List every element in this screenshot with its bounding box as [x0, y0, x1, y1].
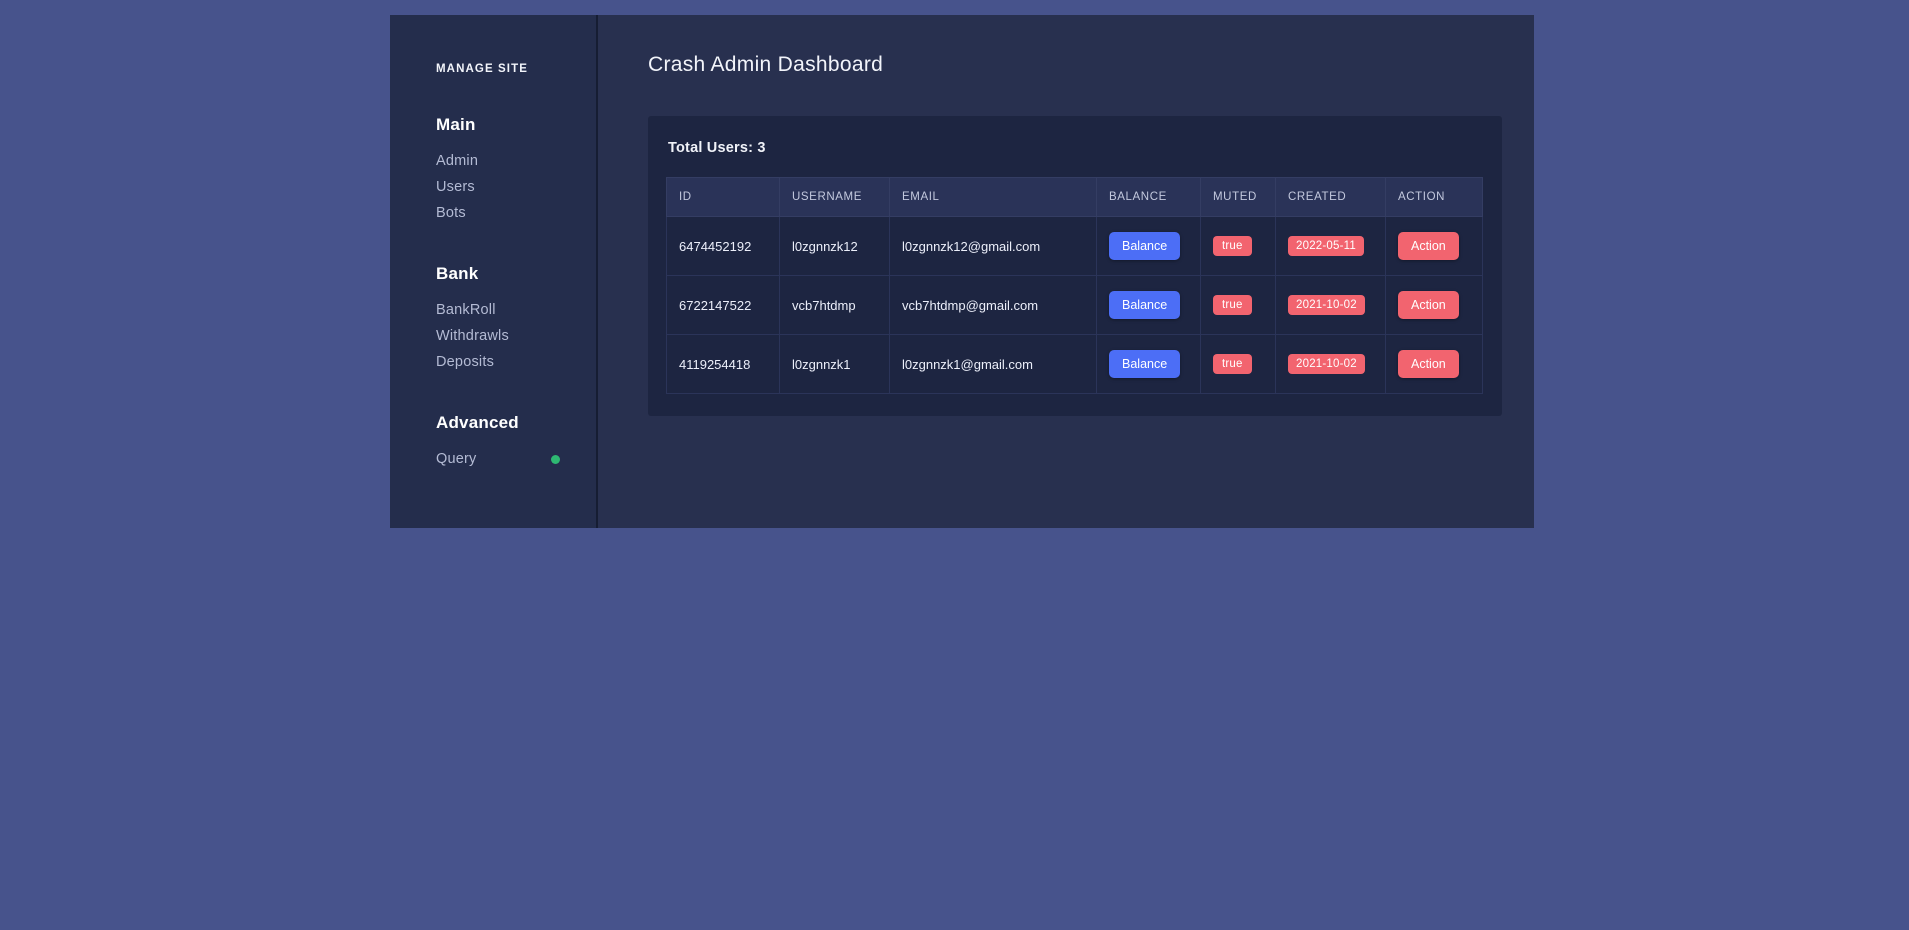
cell-email: l0zgnnzk12@gmail.com	[890, 217, 1097, 276]
column-header-created: CREATED	[1276, 178, 1386, 217]
table-row: 4119254418l0zgnnzk1l0zgnnzk1@gmail.com Ba…	[667, 335, 1483, 394]
action-button[interactable]: Action	[1398, 232, 1459, 260]
cell-action: Action	[1386, 335, 1483, 394]
balance-button[interactable]: Balance	[1109, 291, 1180, 319]
page-title: Crash Admin Dashboard	[648, 53, 1502, 77]
status-dot-icon	[551, 455, 560, 464]
created-badge: 2021-10-02	[1288, 354, 1365, 374]
sidebar-heading-main: Main	[436, 115, 596, 135]
sidebar-item-label: Deposits	[436, 354, 494, 370]
users-card: Total Users: 3 IDUSERNAMEEMAILBALANCEMUT…	[648, 116, 1502, 416]
main-content: Crash Admin Dashboard Total Users: 3 IDU…	[598, 15, 1534, 528]
cell-created: 2021-10-02	[1276, 335, 1386, 394]
cell-action: Action	[1386, 217, 1483, 276]
sidebar-item-deposits[interactable]: Deposits	[436, 349, 560, 375]
sidebar-item-admin[interactable]: Admin	[436, 148, 560, 174]
sidebar-item-label: Users	[436, 179, 475, 195]
sidebar-item-query[interactable]: Query	[436, 446, 560, 472]
sidebar-heading-bank: Bank	[436, 264, 596, 284]
action-button[interactable]: Action	[1398, 291, 1459, 319]
sidebar-item-label: Bots	[436, 205, 466, 221]
sidebar-item-withdrawls[interactable]: Withdrawls	[436, 323, 560, 349]
muted-badge: true	[1213, 236, 1252, 256]
column-header-username: USERNAME	[780, 178, 890, 217]
created-badge: 2021-10-02	[1288, 295, 1365, 315]
sidebar-group-bank: Bank BankRoll Withdrawls Deposits	[390, 264, 596, 375]
cell-username: vcb7htdmp	[780, 276, 890, 335]
table-header-row: IDUSERNAMEEMAILBALANCEMUTEDCREATEDACTION	[667, 178, 1483, 217]
cell-balance: Balance	[1097, 217, 1201, 276]
sidebar-brand: MANAGE SITE	[436, 63, 596, 75]
column-header-muted: MUTED	[1201, 178, 1276, 217]
sidebar-group-advanced: Advanced Query	[390, 413, 596, 472]
muted-badge: true	[1213, 354, 1252, 374]
cell-action: Action	[1386, 276, 1483, 335]
cell-created: 2022-05-11	[1276, 217, 1386, 276]
sidebar-group-main: Main Admin Users Bots	[390, 115, 596, 226]
cell-muted: true	[1201, 217, 1276, 276]
column-header-balance: BALANCE	[1097, 178, 1201, 217]
column-header-email: EMAIL	[890, 178, 1097, 217]
sidebar-item-bankroll[interactable]: BankRoll	[436, 297, 560, 323]
action-button[interactable]: Action	[1398, 350, 1459, 378]
users-table-head: IDUSERNAMEEMAILBALANCEMUTEDCREATEDACTION	[667, 178, 1483, 217]
balance-button[interactable]: Balance	[1109, 232, 1180, 260]
cell-balance: Balance	[1097, 335, 1201, 394]
cell-id: 6722147522	[667, 276, 780, 335]
cell-username: l0zgnnzk12	[780, 217, 890, 276]
sidebar-item-label: Query	[436, 451, 477, 467]
cell-id: 6474452192	[667, 217, 780, 276]
users-table: IDUSERNAMEEMAILBALANCEMUTEDCREATEDACTION…	[666, 177, 1483, 394]
column-header-action: ACTION	[1386, 178, 1483, 217]
sidebar-item-label: Withdrawls	[436, 328, 509, 344]
balance-button[interactable]: Balance	[1109, 350, 1180, 378]
cell-email: l0zgnnzk1@gmail.com	[890, 335, 1097, 394]
created-badge: 2022-05-11	[1288, 236, 1364, 256]
app-container: MANAGE SITE Main Admin Users Bots Bank BankRo…	[390, 15, 1530, 528]
total-users-label: Total Users: 3	[668, 140, 1484, 156]
cell-id: 4119254418	[667, 335, 780, 394]
column-header-id: ID	[667, 178, 780, 217]
cell-created: 2021-10-02	[1276, 276, 1386, 335]
table-row: 6474452192l0zgnnzk12l0zgnnzk12@gmail.com…	[667, 217, 1483, 276]
cell-username: l0zgnnzk1	[780, 335, 890, 394]
users-table-body: 6474452192l0zgnnzk12l0zgnnzk12@gmail.com…	[667, 217, 1483, 394]
cell-muted: true	[1201, 335, 1276, 394]
muted-badge: true	[1213, 295, 1252, 315]
sidebar: MANAGE SITE Main Admin Users Bots Bank BankRo…	[390, 15, 598, 528]
table-row: 6722147522vcb7htdmpvcb7htdmp@gmail.com Ba…	[667, 276, 1483, 335]
sidebar-item-users[interactable]: Users	[436, 174, 560, 200]
sidebar-item-label: BankRoll	[436, 302, 496, 318]
sidebar-heading-advanced: Advanced	[436, 413, 596, 433]
cell-muted: true	[1201, 276, 1276, 335]
cell-email: vcb7htdmp@gmail.com	[890, 276, 1097, 335]
sidebar-item-label: Admin	[436, 153, 478, 169]
cell-balance: Balance	[1097, 276, 1201, 335]
sidebar-item-bots[interactable]: Bots	[436, 200, 560, 226]
sidebar-nav: Main Admin Users Bots Bank BankRoll Withdrawls…	[390, 115, 596, 472]
